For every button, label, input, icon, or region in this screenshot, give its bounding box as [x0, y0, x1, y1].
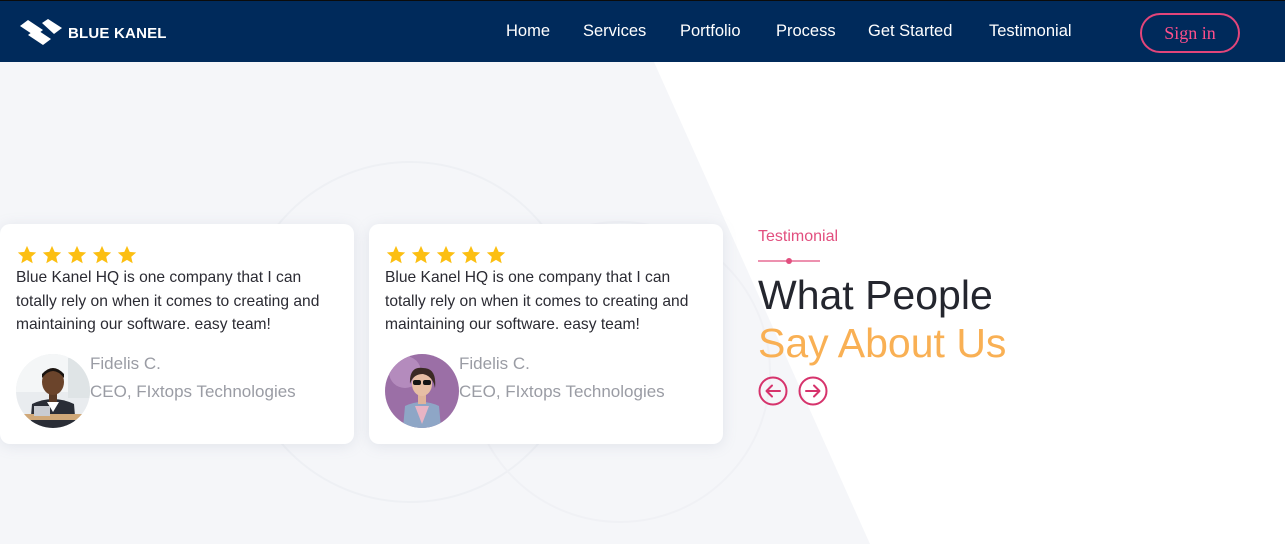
- reviewer-title: CEO, FIxtops Technologies: [459, 382, 665, 401]
- previous-testimonial-button[interactable]: [758, 376, 788, 406]
- top-navigation-bar: BLUE KANEL Home Services Portfolio Proce…: [0, 0, 1285, 62]
- reviewer-title: CEO, FIxtops Technologies: [90, 382, 296, 401]
- nav-link-get-started[interactable]: Get Started: [868, 22, 952, 41]
- star-icon: [436, 245, 456, 264]
- brand-logo[interactable]: BLUE KANEL: [18, 17, 167, 47]
- star-rating: [16, 244, 138, 266]
- reviewer-name: Fidelis C.: [459, 354, 530, 373]
- star-icon: [411, 245, 431, 264]
- star-icon: [92, 245, 112, 264]
- nav-link-process[interactable]: Process: [776, 22, 836, 41]
- star-icon: [461, 245, 481, 264]
- section-eyebrow: Testimonial: [758, 228, 839, 245]
- arrow-right-circle-icon: [798, 376, 828, 406]
- arrow-left-circle-icon: [758, 376, 788, 406]
- testimonial-quote: Blue Kanel HQ is one company that I can …: [16, 269, 320, 333]
- testimonial-card: Blue Kanel HQ is one company that I can …: [0, 224, 354, 444]
- sign-in-button[interactable]: Sign in: [1140, 13, 1240, 53]
- section-heading-line1: What People: [758, 272, 993, 318]
- brand-name: BLUE KANEL: [68, 24, 167, 42]
- nav-link-testimonial[interactable]: Testimonial: [989, 22, 1072, 41]
- testimonial-card: Blue Kanel HQ is one company that I can …: [369, 224, 723, 444]
- star-icon: [486, 245, 506, 264]
- eyebrow-divider: [758, 258, 820, 264]
- star-icon: [386, 245, 406, 264]
- star-icon: [17, 245, 37, 264]
- section-heading-line2: Say About Us: [758, 320, 1007, 366]
- testimonial-quote: Blue Kanel HQ is one company that I can …: [385, 269, 689, 333]
- star-icon: [67, 245, 87, 264]
- man-at-desk-avatar: [16, 354, 90, 428]
- star-icon: [117, 245, 137, 264]
- star-icon: [42, 245, 62, 264]
- woman-with-sunglasses-avatar: [385, 354, 459, 428]
- avatar: [16, 354, 90, 428]
- avatar: [385, 354, 459, 428]
- reviewer-name: Fidelis C.: [90, 354, 161, 373]
- star-rating: [385, 244, 507, 266]
- nav-link-portfolio[interactable]: Portfolio: [680, 22, 741, 41]
- nav-link-home[interactable]: Home: [506, 22, 550, 41]
- next-testimonial-button[interactable]: [798, 376, 828, 406]
- testimonial-section: Blue Kanel HQ is one company that I can …: [0, 62, 1285, 544]
- nav-link-services[interactable]: Services: [583, 22, 646, 41]
- blue-kanel-logo-icon: [20, 19, 62, 45]
